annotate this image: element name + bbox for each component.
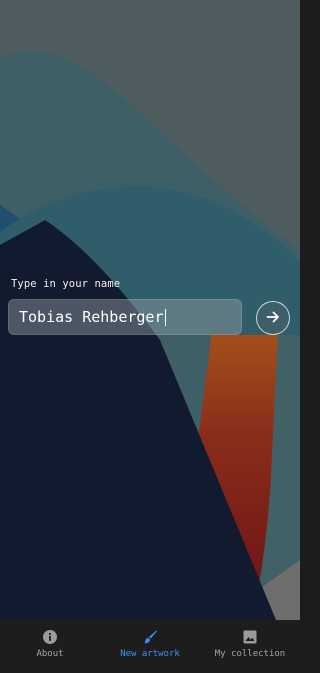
name-input-value: Tobias Rehberger [19, 308, 164, 326]
nav-item-about[interactable]: About [0, 620, 100, 673]
arrow-right-icon [266, 309, 280, 328]
brush-icon [142, 629, 158, 645]
image-icon [242, 629, 258, 645]
text-caret [164, 308, 166, 326]
bottom-navigation: About New artwork My collection [0, 620, 300, 673]
nav-item-new-artwork[interactable]: New artwork [100, 620, 200, 673]
nav-label-about: About [36, 649, 64, 659]
app-screen: Type in your name Tobias Rehberger About [0, 0, 300, 673]
name-field-label: Type in your name [11, 278, 121, 290]
submit-name-button[interactable] [256, 301, 290, 335]
nav-label-new-artwork: New artwork [120, 649, 180, 659]
info-icon [42, 629, 58, 645]
name-input[interactable]: Tobias Rehberger [8, 299, 242, 335]
nav-label-my-collection: My collection [214, 649, 286, 659]
nav-item-my-collection[interactable]: My collection [200, 620, 300, 673]
